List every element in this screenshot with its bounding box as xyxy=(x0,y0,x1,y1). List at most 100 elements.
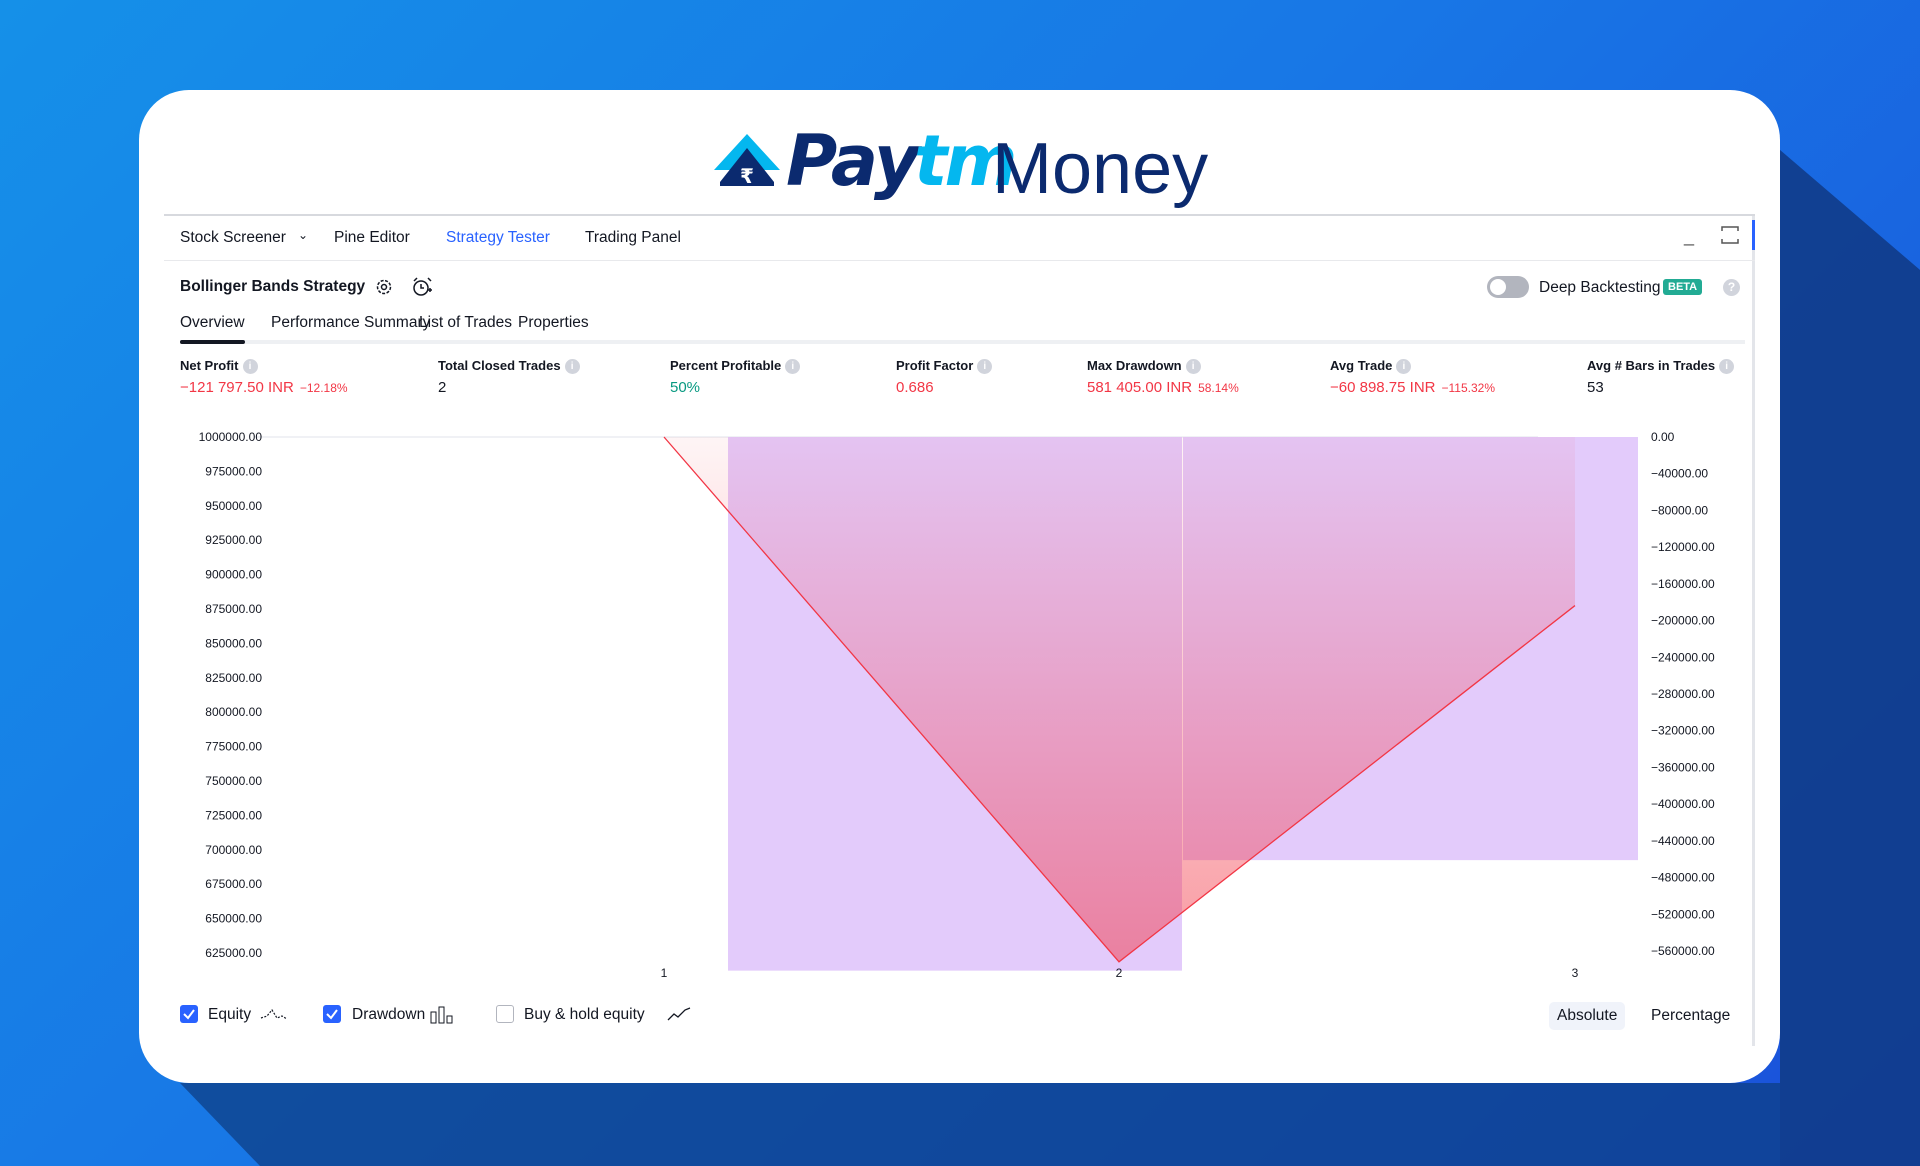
metric-label: Max Drawdown xyxy=(1087,358,1182,373)
strategy-tester-panel: Stock Screener ⌄ Pine Editor Strategy Te… xyxy=(164,214,1755,1046)
right-axis-tick-label: −520000.00 xyxy=(1651,907,1715,921)
drawdown-bars-icon xyxy=(430,1006,453,1024)
left-axis-tick-label: 1000000.00 xyxy=(199,430,263,444)
drawdown-label: Drawdown xyxy=(352,1006,426,1023)
right-axis-tick-label: −240000.00 xyxy=(1651,650,1715,664)
metric-label: Avg Trade xyxy=(1330,358,1393,373)
drawdown-checkbox[interactable] xyxy=(323,1005,341,1023)
strategy-title: Bollinger Bands Strategy xyxy=(180,278,366,295)
chevron-down-icon[interactable]: ⌄ xyxy=(298,228,308,242)
metric-avg-bars: Avg # Bars in Trades i 53 xyxy=(1587,358,1735,397)
metric-label: Net Profit xyxy=(180,358,239,373)
left-axis-tick-label: 775000.00 xyxy=(205,740,262,754)
info-icon[interactable]: i xyxy=(785,359,801,375)
deep-backtesting-toggle[interactable] xyxy=(1487,276,1529,298)
tab-trading-panel[interactable]: Trading Panel xyxy=(585,229,681,247)
tab-overview[interactable]: Overview xyxy=(180,314,245,332)
left-axis-tick-label: 800000.00 xyxy=(205,705,262,719)
info-icon[interactable]: i xyxy=(977,359,993,375)
right-axis-tick-label: −440000.00 xyxy=(1651,834,1715,848)
active-tab-indicator xyxy=(180,340,245,344)
maximize-icon[interactable] xyxy=(1721,226,1739,244)
svg-text:₹: ₹ xyxy=(740,164,754,188)
strategy-header: Bollinger Bands Strategy Deep Backtestin… xyxy=(164,274,1755,304)
left-axis-tick-label: 625000.00 xyxy=(205,946,262,960)
left-axis-tick-label: 850000.00 xyxy=(205,636,262,650)
buy-hold-checkbox[interactable] xyxy=(496,1005,514,1023)
x-axis-tick-label: 3 xyxy=(1572,966,1579,980)
checkmark-icon xyxy=(183,1009,195,1020)
metric-sub: −115.32% xyxy=(1441,381,1496,396)
equity-drawdown-chart[interactable]: 1000000.00 975000.00 950000.00 925000.00 900… xyxy=(164,411,1755,991)
buy-hold-line-icon xyxy=(667,1007,691,1021)
tab-strategy-tester[interactable]: Strategy Tester xyxy=(446,229,550,247)
buy-hold-label: Buy & hold equity xyxy=(524,1006,645,1023)
checkmark-icon xyxy=(326,1009,338,1020)
metric-max-drawdown: Max Drawdown i 581 405.00 INR 58.14% xyxy=(1087,358,1239,396)
left-axis-tick-label: 900000.00 xyxy=(205,568,262,582)
metric-label: Percent Profitable xyxy=(670,358,782,373)
right-axis-tick-label: −80000.00 xyxy=(1651,503,1708,517)
left-axis-tick-label: 825000.00 xyxy=(205,671,262,685)
info-icon[interactable]: i xyxy=(1719,359,1735,375)
metric-net-profit: Net Profit i −121 797.50 INR −12.18% xyxy=(180,358,348,396)
metric-total-closed-trades: Total Closed Trades i 2 xyxy=(438,358,580,396)
logo-pay: Pay xyxy=(786,120,920,202)
left-axis-tick-label: 650000.00 xyxy=(205,912,262,926)
equity-line-icon xyxy=(260,1008,288,1020)
percentage-toggle[interactable]: Percentage xyxy=(1643,1002,1738,1030)
x-axis-tick-label: 1 xyxy=(661,966,668,980)
right-axis-tick-label: −560000.00 xyxy=(1651,944,1715,958)
left-axis-tick-label: 925000.00 xyxy=(205,533,262,547)
strategy-report-tabs: Overview Performance Summary List of Tra… xyxy=(180,312,1745,344)
metric-sub: −12.18% xyxy=(299,381,348,396)
right-axis-tick-label: −280000.00 xyxy=(1651,687,1715,701)
deep-backtesting-label: Deep Backtesting xyxy=(1539,279,1661,296)
right-axis-tick-label: −320000.00 xyxy=(1651,724,1715,738)
left-axis-tick-label: 750000.00 xyxy=(205,774,262,788)
right-axis-tick-label: −160000.00 xyxy=(1651,577,1715,591)
info-icon[interactable]: i xyxy=(1396,359,1412,375)
info-icon[interactable]: i xyxy=(242,359,258,375)
metric-value: 50% xyxy=(670,379,701,397)
metric-value: −121 797.50 INR xyxy=(180,379,294,397)
x-axis-tick-label: 2 xyxy=(1116,966,1123,980)
add-alert-clock-icon[interactable] xyxy=(411,276,433,298)
metric-value: 581 405.00 INR xyxy=(1087,379,1193,397)
tab-stock-screener[interactable]: Stock Screener xyxy=(180,229,286,247)
bottom-panel-tabs: Stock Screener ⌄ Pine Editor Strategy Te… xyxy=(164,216,1755,261)
metric-value: −60 898.75 INR xyxy=(1330,379,1436,397)
metric-value: 2 xyxy=(438,379,447,397)
tab-performance-summary[interactable]: Performance Summary xyxy=(271,314,430,332)
metric-value: 0.686 xyxy=(896,379,934,397)
help-icon[interactable]: ? xyxy=(1723,279,1740,296)
left-axis-tick-label: 725000.00 xyxy=(205,808,262,822)
metric-label: Profit Factor xyxy=(896,358,974,373)
equity-checkbox[interactable] xyxy=(180,1005,198,1023)
screenshot-card: ₹ Pay tm Money Stock Screener ⌄ Pine Edi… xyxy=(139,90,1780,1083)
metric-profit-factor: Profit Factor i 0.686 xyxy=(896,358,993,397)
metric-avg-trade: Avg Trade i −60 898.75 INR −115.32% xyxy=(1330,358,1495,396)
right-axis-tick-label: 0.00 xyxy=(1651,430,1675,444)
minimize-icon[interactable]: _ xyxy=(1684,226,1694,247)
tab-list-of-trades[interactable]: List of Trades xyxy=(419,314,512,332)
left-axis-tick-label: 675000.00 xyxy=(205,877,262,891)
left-axis-tick-label: 875000.00 xyxy=(205,602,262,616)
settings-gear-icon[interactable] xyxy=(373,276,395,298)
metric-label: Avg # Bars in Trades xyxy=(1587,358,1716,373)
right-axis-tick-label: −480000.00 xyxy=(1651,871,1715,885)
metric-label: Total Closed Trades xyxy=(438,358,561,373)
metric-sub: 58.14% xyxy=(1198,381,1239,396)
metric-value: 53 xyxy=(1587,379,1604,397)
right-axis-tick-label: −360000.00 xyxy=(1651,760,1715,774)
tab-properties[interactable]: Properties xyxy=(518,314,589,332)
tab-pine-editor[interactable]: Pine Editor xyxy=(334,229,410,247)
left-axis-tick-label: 975000.00 xyxy=(205,464,262,478)
info-icon[interactable]: i xyxy=(1185,359,1201,375)
paytm-rupee-icon: ₹ xyxy=(714,134,780,188)
absolute-toggle[interactable]: Absolute xyxy=(1549,1002,1626,1030)
right-axis-tick-label: −40000.00 xyxy=(1651,467,1708,481)
info-icon[interactable]: i xyxy=(564,359,580,375)
beta-badge: BETA xyxy=(1663,279,1703,295)
chart-legend: Equity Drawdown Buy & hold equity Absolu… xyxy=(180,1002,1740,1030)
